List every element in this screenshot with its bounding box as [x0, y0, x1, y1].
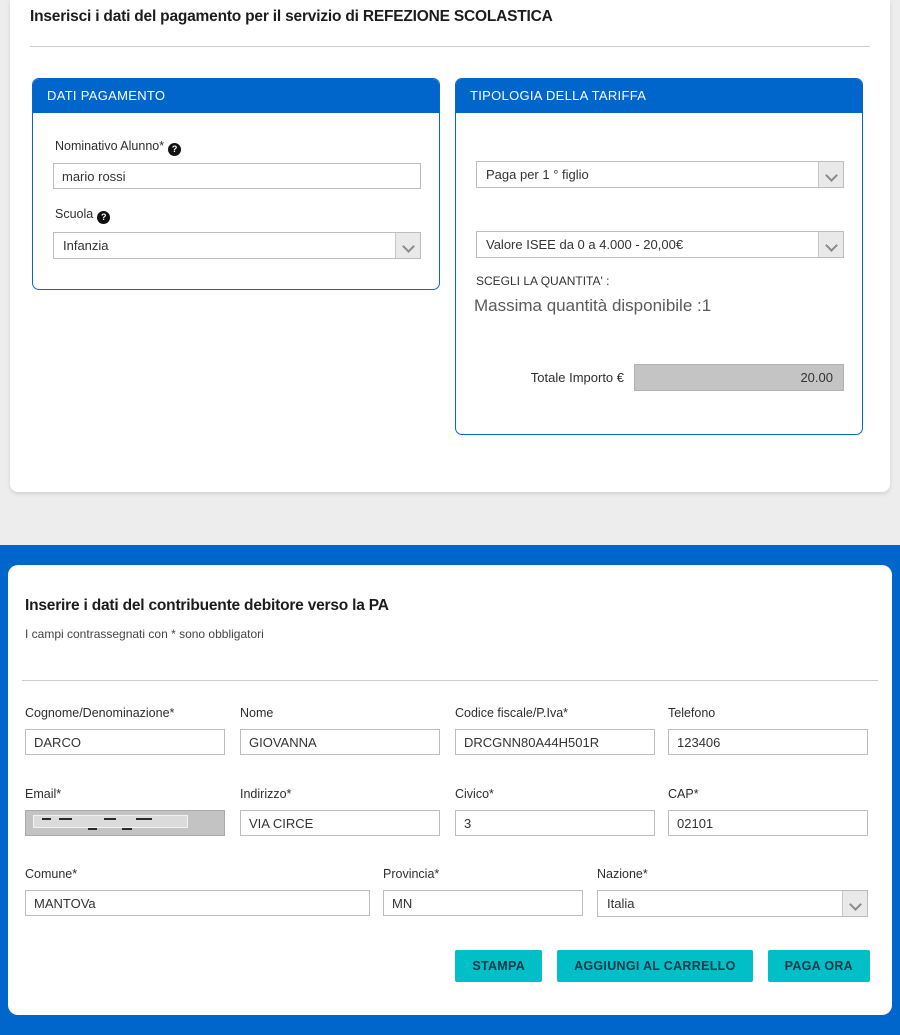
isee-select[interactable]: Valore ISEE da 0 a 4.000 - 20,00€ — [476, 231, 844, 258]
cap-input[interactable] — [668, 810, 868, 836]
figlio-select[interactable]: Paga per 1 ° figlio — [476, 161, 844, 188]
comune-label: Comune* — [25, 867, 77, 881]
title-divider — [30, 46, 870, 47]
chevron-down-icon — [818, 232, 843, 257]
question-circle-icon[interactable]: ? — [97, 211, 110, 224]
scuola-select-value: Infanzia — [63, 233, 109, 258]
nazione-select[interactable]: Italia — [597, 890, 868, 917]
nominativo-label: Nominativo Alunno* — [55, 139, 164, 153]
civico-label: Civico* — [455, 787, 494, 801]
dati-pagamento-header: DATI PAGAMENTO — [33, 79, 439, 113]
email-label: Email* — [25, 787, 61, 801]
form-divider — [22, 680, 878, 681]
isee-select-value: Valore ISEE da 0 a 4.000 - 20,00€ — [486, 232, 683, 257]
codice-fiscale-label: Codice fiscale/P.Iva* — [455, 706, 568, 720]
codice-fiscale-input[interactable] — [455, 729, 655, 755]
quantity-label: SCEGLI LA QUANTITA' : — [476, 274, 609, 288]
paga-ora-button[interactable]: PAGA ORA — [768, 950, 870, 982]
civico-input[interactable] — [455, 810, 655, 836]
question-circle-icon[interactable]: ? — [168, 143, 181, 156]
redaction-overlay — [33, 815, 188, 828]
chevron-down-icon — [842, 891, 867, 916]
provincia-label: Provincia* — [383, 867, 439, 881]
debtor-section-title: Inserire i dati del contribuente debitor… — [25, 597, 389, 615]
debtor-data-card: Inserire i dati del contribuente debitor… — [8, 565, 892, 1015]
indirizzo-input[interactable] — [240, 810, 440, 836]
max-quantity-text: Massima quantità disponibile :1 — [474, 296, 711, 316]
nazione-select-value: Italia — [607, 891, 634, 916]
cap-label: CAP* — [668, 787, 699, 801]
cognome-input[interactable] — [25, 729, 225, 755]
scuola-label: Scuola — [55, 207, 93, 221]
tipologia-tariffa-header: TIPOLOGIA DELLA TARIFFA — [456, 79, 862, 113]
stampa-button[interactable]: STAMPA — [455, 950, 542, 982]
chevron-down-icon — [395, 233, 420, 258]
scuola-select[interactable]: Infanzia — [53, 232, 421, 259]
provincia-input[interactable] — [383, 890, 583, 916]
telefono-label: Telefono — [668, 706, 715, 720]
email-field-redacted — [25, 810, 225, 836]
dati-pagamento-panel: DATI PAGAMENTO Nominativo Alunno*? Scuol… — [32, 78, 440, 290]
page-title: Inserisci i dati del pagamento per il se… — [30, 8, 553, 26]
payment-data-card: Inserisci i dati del pagamento per il se… — [10, 0, 890, 492]
total-label: Totale Importo € — [456, 370, 624, 385]
tipologia-tariffa-panel: TIPOLOGIA DELLA TARIFFA Paga per 1 ° fig… — [455, 78, 863, 435]
nominativo-input[interactable] — [53, 163, 421, 189]
nome-label: Nome — [240, 706, 273, 720]
cognome-label: Cognome/Denominazione* — [25, 706, 174, 720]
required-fields-note: I campi contrassegnati con * sono obblig… — [25, 627, 264, 641]
aggiungi-al-carrello-button[interactable]: AGGIUNGI AL CARRELLO — [557, 950, 753, 982]
telefono-input[interactable] — [668, 729, 868, 755]
figlio-select-value: Paga per 1 ° figlio — [486, 162, 589, 187]
chevron-down-icon — [818, 162, 843, 187]
comune-input[interactable] — [25, 890, 370, 916]
nazione-label: Nazione* — [597, 867, 648, 881]
nome-input[interactable] — [240, 729, 440, 755]
indirizzo-label: Indirizzo* — [240, 787, 291, 801]
total-amount-field — [634, 364, 844, 391]
